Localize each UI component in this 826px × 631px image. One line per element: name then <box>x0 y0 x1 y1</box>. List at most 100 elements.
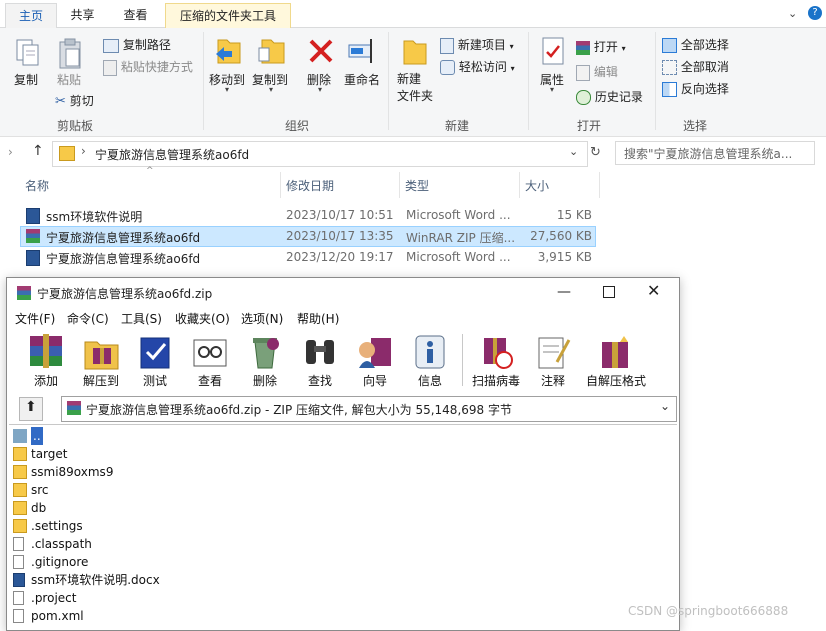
file-icon <box>13 537 24 551</box>
move-to-button[interactable] <box>210 34 246 71</box>
winrar-title-bar[interactable]: 宁夏旅游信息管理系统ao6fd.zip — ✕ <box>7 278 679 308</box>
select-all-icon <box>662 38 677 53</box>
history-button[interactable]: 历史记录 <box>576 88 643 105</box>
history-icon <box>576 90 591 105</box>
edit-button[interactable]: 编辑 <box>576 63 618 81</box>
column-divider[interactable] <box>519 172 520 198</box>
menu-file[interactable]: 文件(F) <box>15 310 55 327</box>
group-label-open: 打开 <box>576 119 601 133</box>
winrar-toolbar: 添加 解压到 测试 查看 删除 查找 向导 信息 扫描病毒 注释 自解压格式 <box>7 328 679 392</box>
delete-button[interactable] <box>305 36 337 69</box>
wizard-button[interactable]: 向导 <box>350 332 400 388</box>
file-name: ssm环境软件说明 <box>46 210 143 224</box>
open-button[interactable]: 打开 ▾ <box>576 38 626 55</box>
up-arrow-icon[interactable]: ↑ <box>32 143 44 159</box>
address-bar[interactable]: › 宁夏旅游信息管理系统ao6fd ⌄ <box>52 141 588 167</box>
select-none-icon <box>662 60 677 75</box>
add-button[interactable]: 添加 <box>21 332 71 388</box>
copy-path-button[interactable]: 复制路径 <box>103 36 171 53</box>
copy-button[interactable] <box>14 38 42 71</box>
paste-shortcut-button[interactable]: 粘贴快捷方式 <box>103 58 193 76</box>
ribbon-separator <box>528 32 529 130</box>
new-folder-button[interactable] <box>400 36 430 69</box>
dropdown-arrow-icon: ▾ <box>269 85 274 94</box>
file-row-selected[interactable]: 宁夏旅游信息管理系统ao6fd 2023/10/17 13:35 WinRAR … <box>20 226 596 247</box>
file-row[interactable]: 宁夏旅游信息管理系统ao6fd 2023/12/20 19:17 Microso… <box>20 247 596 268</box>
forward-arrow-icon[interactable]: › <box>8 145 13 159</box>
collapse-ribbon-icon[interactable]: ⌄ <box>788 7 797 20</box>
scissors-icon: ✂ <box>55 94 66 109</box>
test-icon <box>140 337 170 369</box>
file-name: 宁夏旅游信息管理系统ao6fd <box>46 231 201 245</box>
column-divider[interactable] <box>599 172 600 198</box>
info-button[interactable]: 信息 <box>405 332 455 388</box>
search-input[interactable]: 搜索"宁夏旅游信息管理系统a... <box>615 141 815 165</box>
test-button[interactable]: 测试 <box>130 332 180 388</box>
comment-label: 注释 <box>540 374 565 388</box>
find-button[interactable]: 查找 <box>295 332 345 388</box>
copy-path-label: 复制路径 <box>122 38 171 52</box>
select-none-button[interactable]: 全部取消 <box>662 58 729 75</box>
up-one-level-button[interactable]: ⬆ <box>19 397 43 421</box>
column-header-size[interactable]: 大小 <box>525 177 549 194</box>
easy-access-button[interactable]: 轻松访问 ▾ <box>440 58 515 75</box>
entry-name: .settings <box>31 519 83 533</box>
cut-label: 剪切 <box>69 94 94 108</box>
menu-commands[interactable]: 命令(C) <box>67 310 109 327</box>
close-icon[interactable]: ✕ <box>647 281 660 300</box>
menu-help[interactable]: 帮助(H) <box>297 310 339 327</box>
column-divider[interactable] <box>280 172 281 198</box>
comment-button[interactable]: 注释 <box>528 332 578 388</box>
tab-view[interactable]: 查看 <box>113 3 158 27</box>
tab-compressed-folder-tools[interactable]: 压缩的文件夹工具 <box>165 3 291 28</box>
menu-options[interactable]: 选项(N) <box>241 310 283 327</box>
move-to-icon <box>216 39 241 64</box>
winrar-window: 宁夏旅游信息管理系统ao6fd.zip — ✕ 文件(F) 命令(C) 工具(S… <box>6 277 680 631</box>
column-header-date[interactable]: 修改日期 <box>286 177 334 194</box>
archive-path-dropdown[interactable]: 宁夏旅游信息管理系统ao6fd.zip - ZIP 压缩文件, 解包大小为 55… <box>61 396 677 422</box>
properties-button[interactable] <box>540 36 566 69</box>
archive-file-list: .. target ssmi89oxms9 src db .settings .… <box>9 424 677 631</box>
entry-name: ssm环境软件说明.docx <box>31 573 160 587</box>
menu-tools[interactable]: 工具(S) <box>121 310 162 327</box>
file-type: WinRAR ZIP 压缩... <box>406 231 516 245</box>
select-all-button[interactable]: 全部选择 <box>662 36 729 53</box>
tab-share[interactable]: 共享 <box>60 3 105 27</box>
winrar-icon <box>576 40 590 55</box>
rename-button[interactable] <box>347 36 379 69</box>
new-item-button[interactable]: 新建项目 ▾ <box>440 36 514 54</box>
help-icon[interactable]: ? <box>808 6 822 20</box>
info-icon <box>415 335 445 369</box>
cut-button[interactable]: ✂ 剪切 <box>55 92 94 109</box>
delete-button[interactable]: 删除 <box>240 332 290 388</box>
menu-favorites[interactable]: 收藏夹(O) <box>175 310 230 327</box>
entry-name: .gitignore <box>31 555 89 569</box>
refresh-icon[interactable]: ↻ <box>590 145 601 160</box>
chevron-down-icon[interactable]: ⌄ <box>569 145 578 158</box>
invert-selection-button[interactable]: 反向选择 <box>662 80 729 97</box>
tab-home[interactable]: 主页 <box>5 3 57 28</box>
copy-to-button[interactable] <box>255 34 289 71</box>
scan-virus-button[interactable]: 扫描病毒 <box>471 332 521 388</box>
minimize-icon[interactable]: — <box>557 284 571 300</box>
add-archive-icon <box>30 334 62 368</box>
chevron-down-icon[interactable]: ⌄ <box>660 399 670 413</box>
dropdown-arrow-icon: ▾ <box>318 85 323 94</box>
file-type: Microsoft Word ... <box>406 250 511 264</box>
winrar-icon <box>26 229 40 243</box>
entry-name: db <box>31 501 47 515</box>
sort-ascending-icon: ^ <box>146 166 154 176</box>
column-header-name[interactable]: 名称 <box>25 177 49 194</box>
view-button[interactable]: 查看 <box>185 332 235 388</box>
easy-access-label: 轻松访问 <box>458 60 507 74</box>
column-divider[interactable] <box>399 172 400 198</box>
sfx-button[interactable]: 自解压格式 <box>586 332 646 388</box>
file-row[interactable]: ssm环境软件说明 2023/10/17 10:51 Microsoft Wor… <box>20 205 596 226</box>
entry-name: src <box>31 483 49 497</box>
paste-button[interactable] <box>57 38 83 73</box>
extract-to-button[interactable]: 解压到 <box>76 332 126 388</box>
breadcrumb-current[interactable]: 宁夏旅游信息管理系统ao6fd <box>95 146 249 163</box>
maximize-icon[interactable] <box>603 286 615 298</box>
column-header-type[interactable]: 类型 <box>405 177 429 194</box>
file-icon <box>13 591 24 605</box>
